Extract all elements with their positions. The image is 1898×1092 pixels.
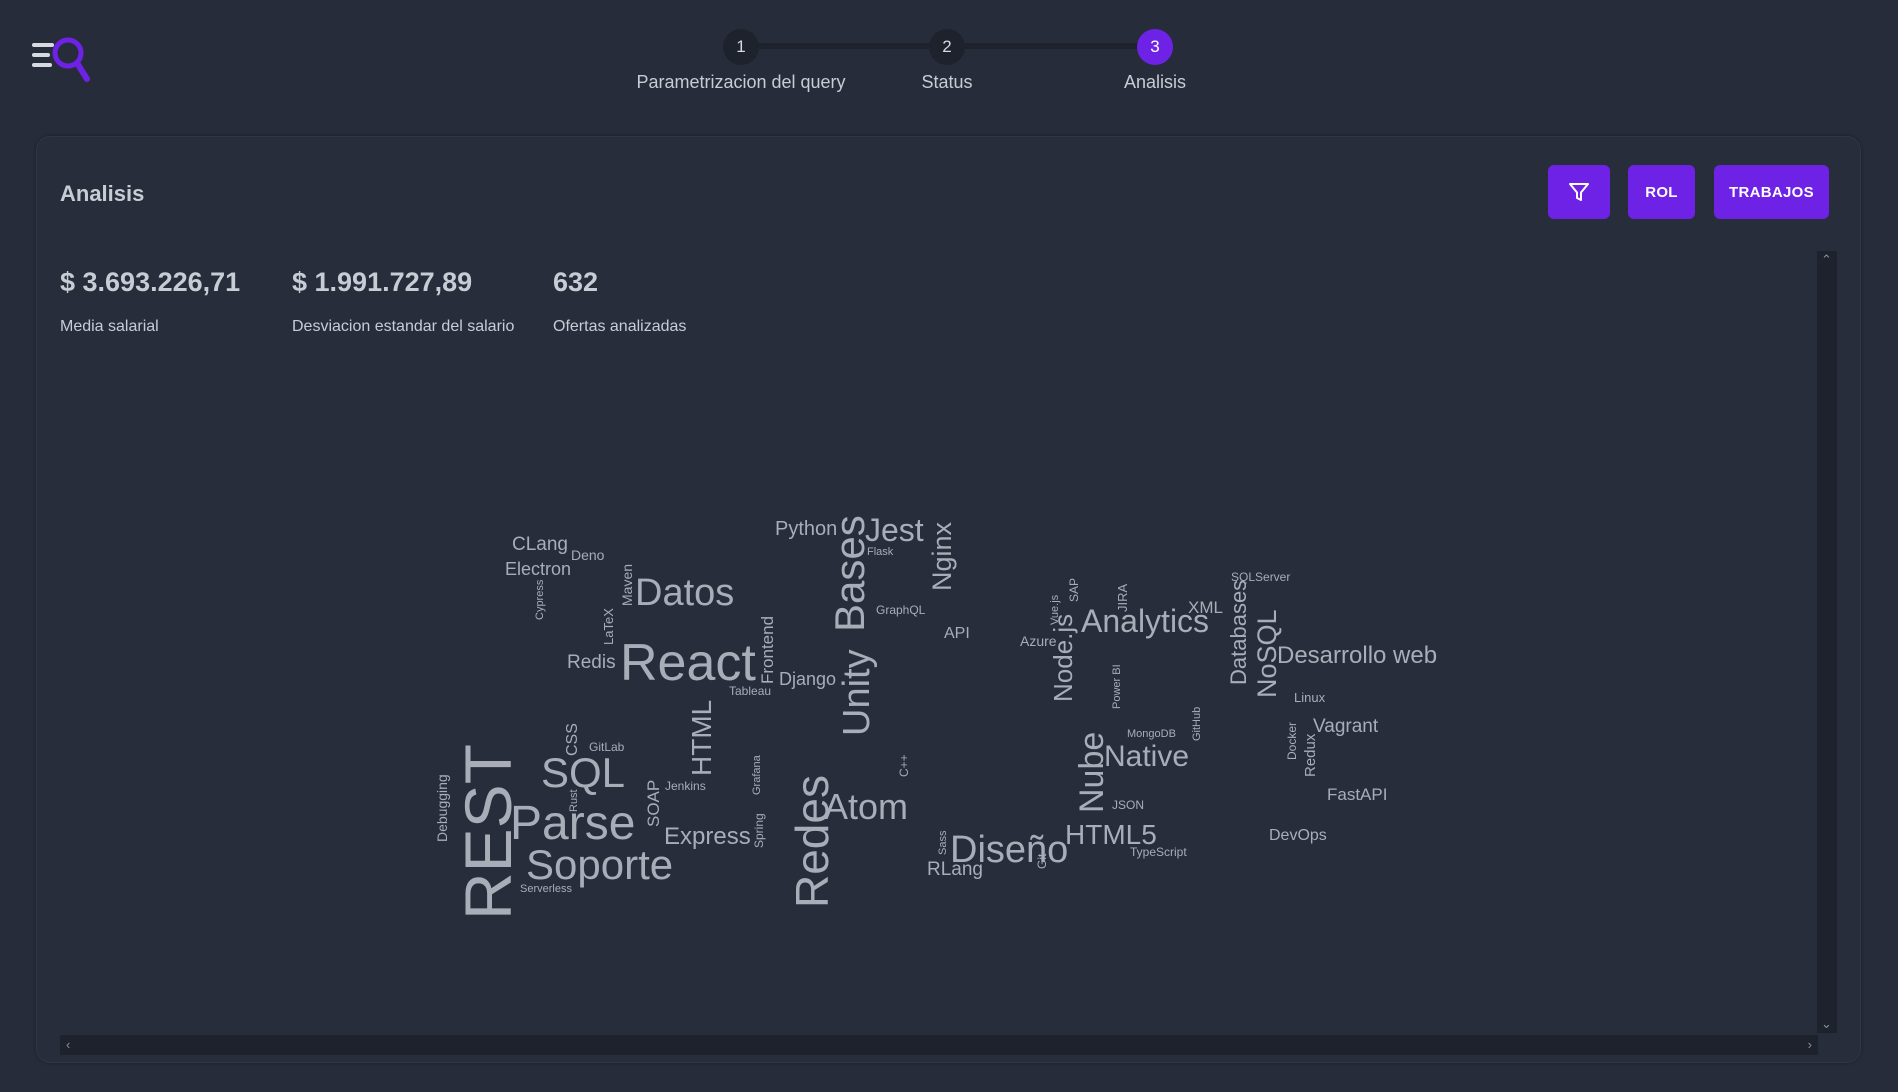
scroll-left-icon[interactable]: ‹ bbox=[66, 1038, 70, 1052]
stat-label: Media salarial bbox=[60, 318, 159, 335]
step-2-label: Status bbox=[921, 72, 973, 92]
scroll-down-icon[interactable]: ⌄ bbox=[1821, 1017, 1832, 1031]
rol-button[interactable]: ROL bbox=[1628, 165, 1695, 219]
filter-button[interactable] bbox=[1548, 165, 1610, 219]
step-2-circle[interactable]: 2 bbox=[929, 29, 965, 65]
card-title: Analisis bbox=[60, 181, 145, 206]
horizontal-scrollbar[interactable]: ‹ › bbox=[60, 1035, 1818, 1055]
stat-value: $ 1.991.727,89 bbox=[292, 267, 473, 297]
step-3-circle[interactable]: 3 bbox=[1137, 29, 1173, 65]
step-1-label: Parametrizacion del query bbox=[636, 72, 846, 92]
scroll-right-icon[interactable]: › bbox=[1808, 1038, 1812, 1052]
stat-label: Ofertas analizadas bbox=[553, 318, 687, 335]
stepper: 1 Parametrizacion del query 2 Status 3 A… bbox=[0, 0, 1898, 100]
trabajos-button[interactable]: TRABAJOS bbox=[1714, 165, 1829, 219]
step-1-circle[interactable]: 1 bbox=[723, 29, 759, 65]
stat-ofertas: 632 Ofertas analizadas bbox=[553, 267, 686, 336]
filter-icon bbox=[1569, 183, 1589, 201]
step-3-label: Analisis bbox=[1123, 72, 1187, 92]
analysis-card: Analisis ROL TRABAJOS $ 3.693.226,71 Med… bbox=[36, 136, 1861, 1063]
step-connector bbox=[947, 43, 1155, 49]
stat-media-salarial: $ 3.693.226,71 Media salarial bbox=[60, 267, 240, 336]
step-connector bbox=[741, 43, 947, 49]
vertical-scrollbar[interactable]: ⌃ ⌄ bbox=[1817, 251, 1837, 1033]
stat-value: $ 3.693.226,71 bbox=[60, 267, 241, 297]
stat-value: 632 bbox=[553, 267, 599, 297]
scroll-up-icon[interactable]: ⌃ bbox=[1821, 253, 1832, 267]
stat-label: Desviacion estandar del salario bbox=[292, 318, 515, 335]
stat-desviacion: $ 1.991.727,89 Desviacion estandar del s… bbox=[292, 267, 514, 336]
